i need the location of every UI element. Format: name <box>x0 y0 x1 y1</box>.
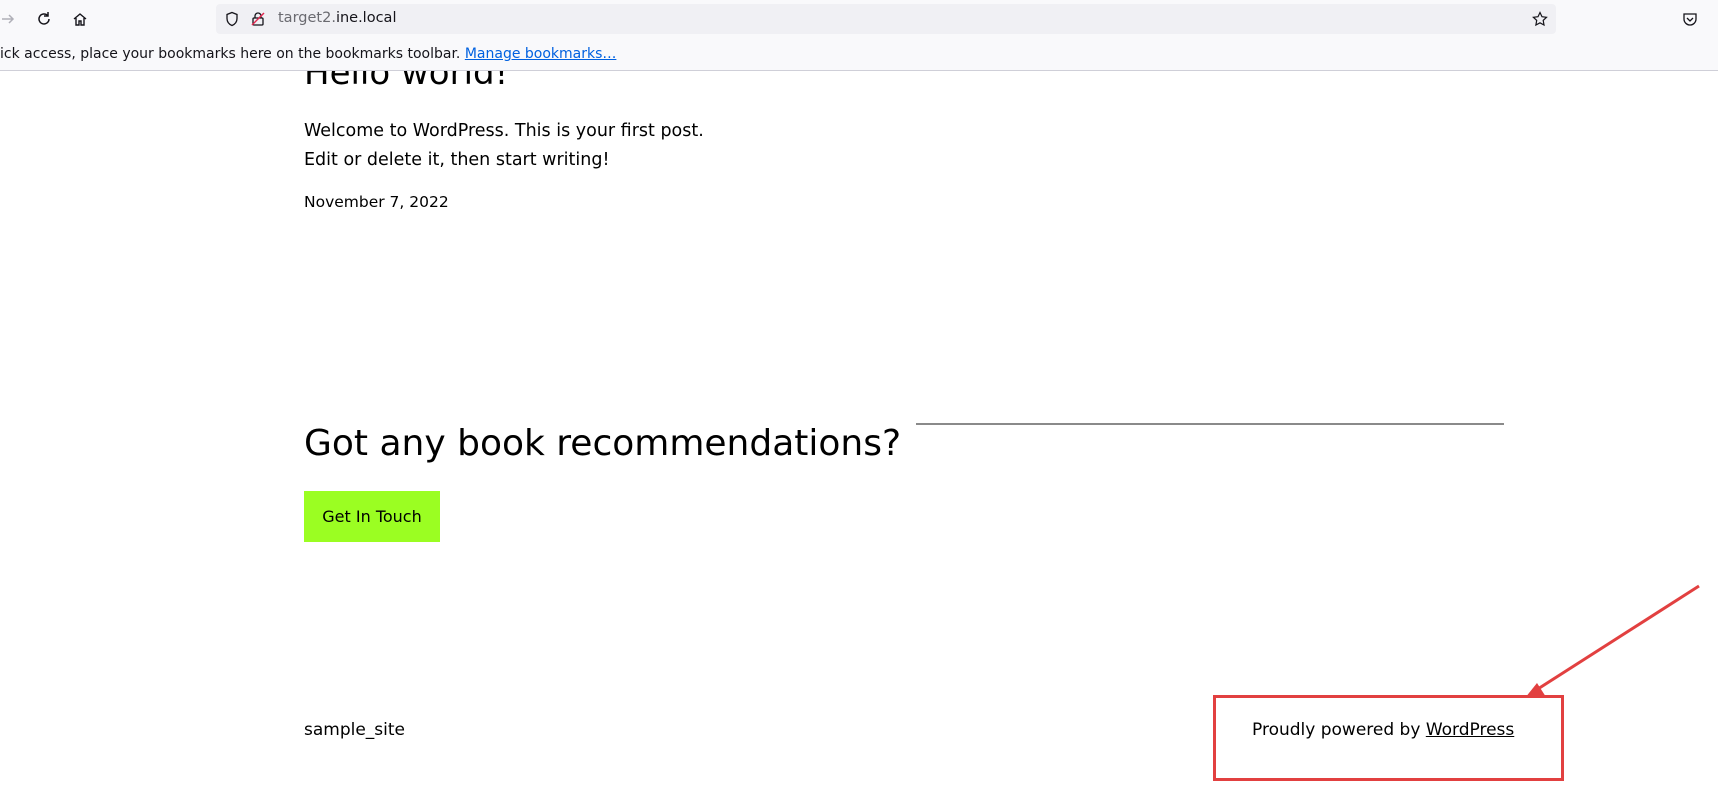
browser-toolbar: target2.ine.local <box>0 0 1718 38</box>
forward-icon <box>2 14 15 24</box>
home-button[interactable] <box>68 7 92 31</box>
bookmarks-toolbar: ick access, place your bookmarks here on… <box>0 38 1718 71</box>
reload-button[interactable] <box>32 7 56 31</box>
cta-heading: Got any book recommendations? <box>304 423 902 464</box>
forward-button[interactable] <box>0 7 20 31</box>
post-date: November 7, 2022 <box>304 193 449 211</box>
url-subdomain: target2. <box>278 10 336 26</box>
page-content: Hello world! Welcome to WordPress. This … <box>0 71 1718 796</box>
insecure-lock-icon[interactable] <box>250 11 266 27</box>
pocket-icon[interactable] <box>1682 11 1698 27</box>
address-bar[interactable]: target2.ine.local <box>216 4 1556 34</box>
footer-site-name[interactable]: sample_site <box>304 720 405 740</box>
home-icon <box>73 13 87 26</box>
url-text[interactable]: target2.ine.local <box>278 10 396 26</box>
shield-icon[interactable] <box>224 11 240 27</box>
annotation-highlight-box <box>1213 695 1564 781</box>
post-excerpt: Welcome to WordPress. This is your first… <box>304 121 704 170</box>
url-domain: ine.local <box>335 10 397 26</box>
separator <box>916 423 1504 425</box>
get-in-touch-button[interactable]: Get In Touch <box>304 491 440 542</box>
bookmarks-hint-text: ick access, place your bookmarks here on… <box>0 46 465 62</box>
manage-bookmarks-link[interactable]: Manage bookmarks… <box>465 46 617 62</box>
reload-icon <box>38 12 50 25</box>
bookmark-star-icon[interactable] <box>1532 11 1548 27</box>
post-title[interactable]: Hello world! <box>304 71 508 93</box>
bookmarks-message: ick access, place your bookmarks here on… <box>0 46 616 62</box>
